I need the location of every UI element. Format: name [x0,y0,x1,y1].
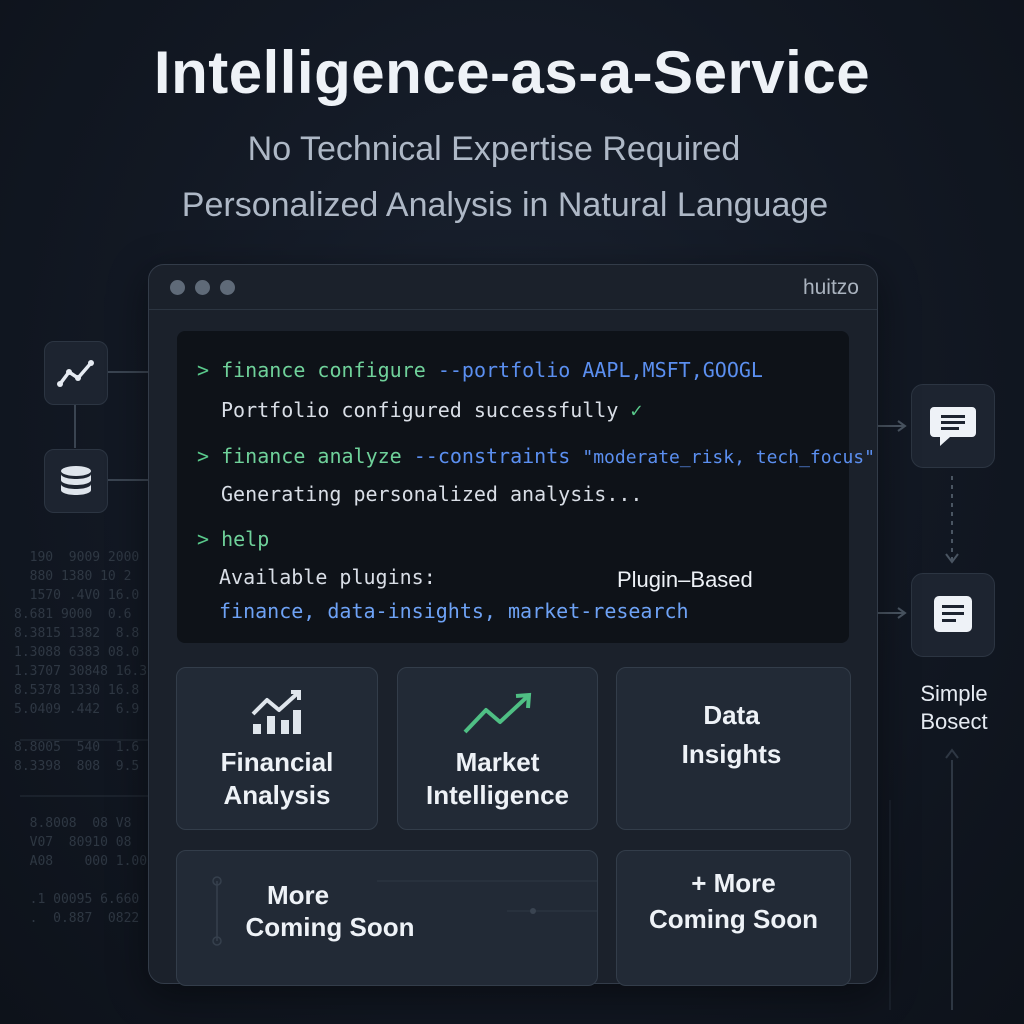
terminal-line-4: Generating personalized analysis... [221,482,643,506]
card-label-line-1: More [266,880,330,910]
database-icon [61,466,91,495]
output-text: Portfolio configured successfully [221,398,619,422]
command-text: finance analyze [221,444,402,468]
database-icon-tile [44,449,108,513]
chat-bubble-icon-tile [911,384,995,468]
card-plus-more-coming-soon[interactable]: + More Coming Soon [616,850,851,986]
card-label-line-2: Intelligence [425,780,570,810]
window-dot-1[interactable] [170,280,185,295]
bar-chart-trend-icon [251,690,301,734]
document-icon-tile [911,573,995,657]
window-dot-2[interactable] [195,280,210,295]
card-label-line-2: Analysis [223,780,331,810]
card-data-insights[interactable]: Data Insights [616,667,851,830]
hero-subtitle-1: No Technical Expertise Required [247,130,741,168]
right-side-label: Simple Bosect [902,680,1006,736]
hero-subtitle-2: Personalized Analysis in Natural Languag… [181,186,829,224]
window-title: huitzo [802,276,859,299]
chat-bubble-icon [930,407,976,446]
card-label-line-1: Data [703,700,760,730]
right-label-line-1: Simple [920,681,988,706]
command-text: help [221,527,270,551]
command-text: finance configure [221,358,426,382]
command-value: AAPL,MSFT,GOOGL [582,358,763,382]
window-dot-3[interactable] [220,280,235,295]
card-label-line-1: Market [455,747,540,777]
app-window: huitzo > finance configure --portfolio A… [148,264,878,986]
right-label-line-2: Bosect [920,709,988,734]
card-label-line-1: + More [691,868,776,898]
card-label-line-2: Coming Soon [649,904,818,934]
terminal-line-5: > help [197,527,269,551]
line-chart-icon-tile [44,341,108,405]
card-label-line-2: Insights [681,739,782,769]
trend-up-icon [463,692,532,734]
terminal-panel[interactable]: > finance configure --portfolio AAPL,MSF… [177,331,875,643]
card-financial-analysis[interactable]: Financial Analysis [176,667,378,830]
check-icon: ✓ [630,398,643,422]
command-flag: --portfolio [437,358,571,382]
card-label-line-1: Financial [220,747,334,777]
document-icon [934,596,972,632]
hero-title: Intelligence-as-a-Service [153,39,871,106]
command-value: "moderate_risk, tech_focus" [582,447,875,468]
background-number-texture: 190 9009 2000 880 1380 10 2 1570 .4V0 16… [14,550,148,926]
card-more-coming-soon[interactable]: More Coming Soon [176,850,598,986]
terminal-line-6: Available plugins: [219,565,436,589]
terminal-line-7: finance, data-insights, market-research [219,599,689,623]
prompt-symbol: > [197,527,210,551]
command-flag: --constraints [413,444,571,468]
terminal-line-2: Portfolio configured successfully ✓ [221,398,642,422]
terminal-line-1: > finance configure --portfolio AAPL,MSF… [197,358,763,382]
card-market-intelligence[interactable]: Market Intelligence [397,667,598,830]
prompt-symbol: > [197,358,210,382]
line-chart-icon [57,360,94,387]
prompt-symbol: > [197,444,210,468]
plugin-based-badge: Plugin–Based [617,567,753,592]
window-titlebar: huitzo [149,265,877,310]
card-label-line-2: Coming Soon [245,912,415,942]
terminal-line-3: > finance analyze --constraints "moderat… [197,444,875,468]
